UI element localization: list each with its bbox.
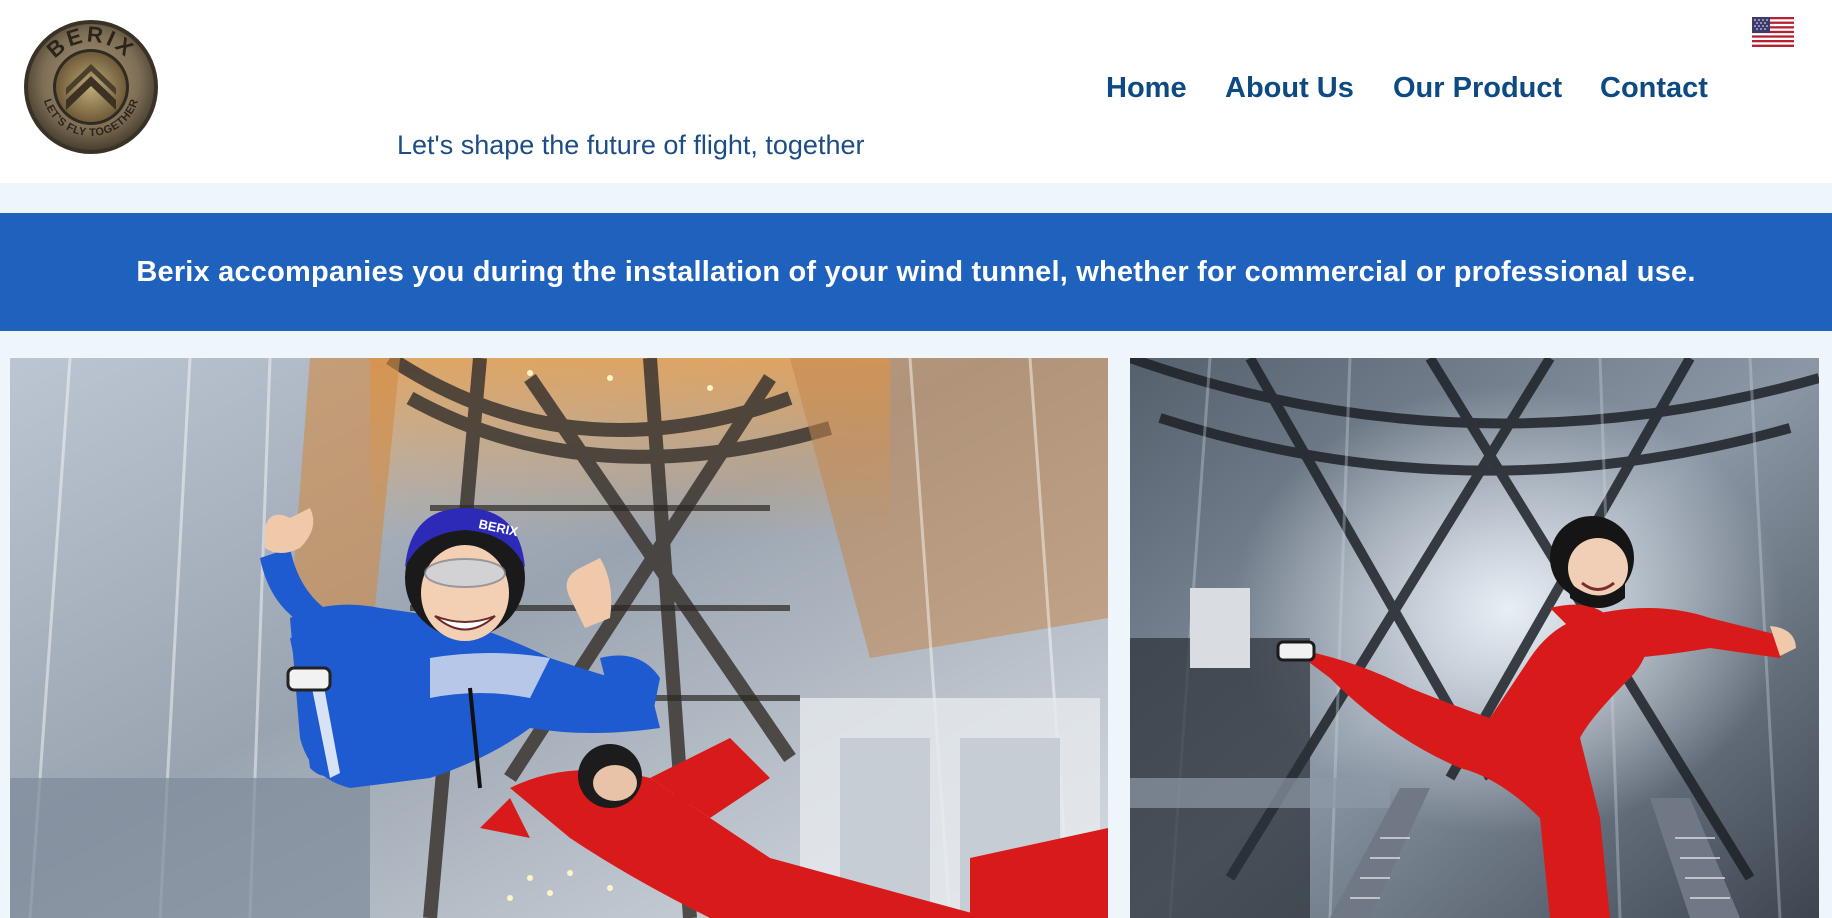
berix-logo[interactable]: BERIX LET'S FLY TOGETHER — [22, 18, 160, 156]
nav-home[interactable]: Home — [1106, 72, 1187, 105]
gallery-photo-1: BERIX — [10, 358, 1108, 918]
us-flag-icon[interactable] — [1752, 17, 1794, 47]
gallery-photo-2 — [1130, 358, 1819, 918]
nav-about-us[interactable]: About Us — [1225, 72, 1354, 105]
intro-banner: Berix accompanies you during the install… — [0, 213, 1832, 331]
site-tagline: Let's shape the future of flight, togeth… — [397, 130, 865, 160]
nav-our-product[interactable]: Our Product — [1393, 72, 1562, 105]
site-header: BERIX LET'S FLY TOGETHER Let's shape the… — [0, 0, 1832, 183]
nav-contact[interactable]: Contact — [1600, 72, 1708, 105]
banner-text: Berix accompanies you during the install… — [136, 255, 1696, 288]
